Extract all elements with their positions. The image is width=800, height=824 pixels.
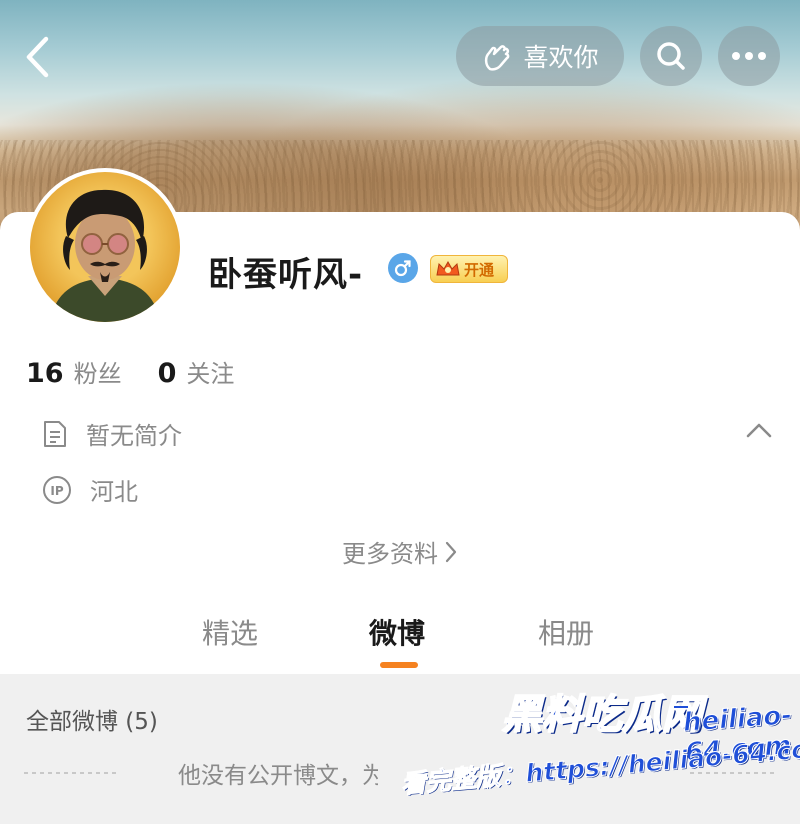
profile-stats: 16 粉丝 0 关注 bbox=[26, 354, 234, 389]
tab-featured[interactable]: 精选 bbox=[202, 612, 258, 652]
followers-label[interactable]: 粉丝 bbox=[74, 354, 122, 389]
chevron-right-icon bbox=[445, 541, 457, 562]
username: 卧蚕听风- bbox=[208, 255, 364, 295]
search-button[interactable] bbox=[640, 26, 702, 86]
divider-left bbox=[24, 772, 120, 774]
male-gender-icon bbox=[388, 253, 418, 283]
ip-location-text: 河北 bbox=[90, 478, 138, 506]
svg-text:IP: IP bbox=[50, 484, 63, 498]
empty-feed-text: 他没有公开博文，为 bbox=[178, 763, 378, 789]
vip-open-badge[interactable]: 开通 bbox=[430, 255, 508, 283]
more-info-label: 更多资料 bbox=[342, 540, 438, 568]
ip-location-row: IP 河北 bbox=[42, 472, 138, 507]
following-label[interactable]: 关注 bbox=[186, 354, 234, 389]
search-icon bbox=[657, 42, 685, 70]
crown-icon bbox=[436, 260, 460, 276]
bio-text: 暂无简介 bbox=[86, 422, 182, 450]
avatar[interactable] bbox=[26, 168, 184, 326]
more-info-link[interactable]: 更多资料 bbox=[0, 534, 800, 569]
tab-weibo[interactable]: 微博 bbox=[369, 612, 425, 652]
divider-right bbox=[690, 772, 776, 774]
tab-album[interactable]: 相册 bbox=[538, 612, 594, 652]
hand-heart-icon bbox=[485, 45, 510, 71]
following-count[interactable]: 0 bbox=[158, 358, 177, 389]
back-arrow-icon bbox=[26, 36, 49, 78]
like-you-label: 喜欢你 bbox=[523, 43, 599, 72]
feed-section: 全部微博 (5) 他没有公开博文，为 bbox=[0, 674, 800, 824]
more-dots-icon bbox=[732, 52, 766, 60]
chevron-up-icon bbox=[746, 423, 772, 438]
ip-icon: IP bbox=[43, 475, 71, 504]
like-you-button[interactable]: 喜欢你 bbox=[456, 26, 624, 86]
document-icon bbox=[44, 420, 66, 447]
vip-open-label: 开通 bbox=[464, 260, 495, 279]
more-button[interactable] bbox=[718, 26, 780, 86]
collapse-button[interactable] bbox=[744, 420, 774, 444]
back-button[interactable] bbox=[18, 30, 58, 84]
active-tab-indicator bbox=[380, 662, 418, 668]
followers-count[interactable]: 16 bbox=[26, 358, 64, 389]
feed-header: 全部微博 (5) bbox=[26, 709, 158, 735]
bio-row: 暂无简介 bbox=[42, 416, 182, 451]
avatar-illustration bbox=[50, 189, 160, 322]
